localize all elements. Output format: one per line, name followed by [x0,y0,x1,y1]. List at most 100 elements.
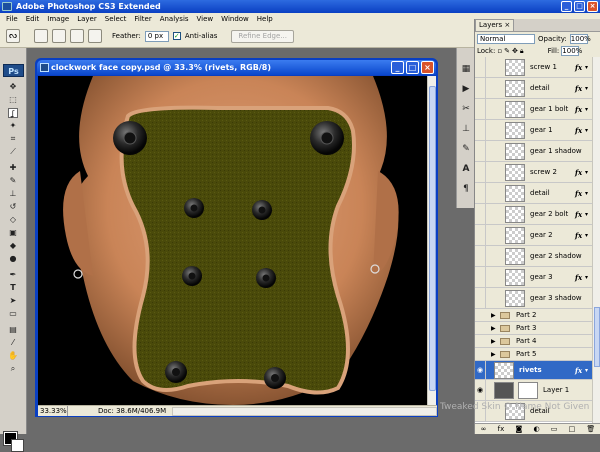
menu-select[interactable]: Select [101,13,131,25]
dodge-tool-icon[interactable]: ● [8,254,18,264]
document-vertical-scrollbar[interactable] [427,76,436,405]
new-selection-icon[interactable] [34,29,48,43]
layer-row[interactable]: gear 1 fx ▾ [475,119,593,141]
clone-stamp-tool-icon[interactable]: ⊥ [8,189,18,199]
fx-icon[interactable]: fx [575,273,585,282]
menu-help[interactable]: Help [253,13,277,25]
layer-group-row[interactable]: ▶ Part 4 [475,335,593,348]
tool-presets-panel-icon[interactable]: ✎ [461,144,471,154]
fx-icon[interactable]: fx [575,84,585,93]
type-tool-icon[interactable]: T [8,283,18,293]
layer-row[interactable]: gear 2 fx ▾ [475,224,593,246]
healing-brush-tool-icon[interactable]: ✚ [8,163,18,173]
layers-scroll-thumb[interactable] [594,307,600,367]
fx-icon[interactable]: fx [575,231,585,240]
blur-tool-icon[interactable]: ◆ [8,241,18,251]
new-group-icon[interactable]: ▭ [551,425,558,433]
slice-tool-icon[interactable]: ⟋ [8,147,18,157]
intersect-selection-icon[interactable] [88,29,102,43]
hand-tool-icon[interactable]: ✋ [8,351,18,361]
eyedropper-tool-icon[interactable]: ⁄ [8,338,18,348]
group-expand-icon[interactable]: ▶ [491,351,497,358]
layer-row[interactable]: ◉ Layer 1 [475,379,593,401]
menu-layer[interactable]: Layer [73,13,101,25]
feather-input[interactable]: 0 px [144,30,169,42]
fx-icon[interactable]: fx [575,105,585,114]
layer-row[interactable]: gear 3 shadow [475,287,593,309]
maximize-button[interactable]: □ [574,1,585,12]
visibility-toggle[interactable] [475,140,486,162]
document-horizontal-scrollbar[interactable] [172,406,437,416]
visibility-toggle[interactable] [475,245,486,267]
subtract-selection-icon[interactable] [70,29,84,43]
visibility-toggle[interactable] [475,119,486,141]
character-panel-icon[interactable]: A [461,164,471,174]
magic-wand-tool-icon[interactable]: ✦ [8,121,18,131]
visibility-toggle[interactable] [475,287,486,309]
layer-row[interactable]: screw 1 fx ▾ [475,57,593,78]
menu-filter[interactable]: Filter [130,13,155,25]
shape-tool-icon[interactable]: ▭ [8,309,18,319]
menu-view[interactable]: View [193,13,218,25]
refine-edge-button[interactable]: Refine Edge... [231,29,294,43]
history-brush-tool-icon[interactable]: ↺ [8,202,18,212]
clone-source-panel-icon[interactable]: ⊥ [461,124,471,134]
layer-group-row[interactable]: ▶ Part 2 [475,309,593,322]
group-expand-icon[interactable]: ▶ [491,312,497,319]
layer-row[interactable]: gear 1 shadow [475,140,593,162]
visibility-toggle[interactable] [475,266,486,288]
lasso-preset-icon[interactable]: ᔓ [6,29,20,43]
vertical-scroll-thumb[interactable] [429,86,436,391]
antialias-checkbox[interactable]: ✓ [172,32,181,40]
visibility-toggle[interactable] [475,203,486,225]
group-expand-icon[interactable]: ▶ [491,325,497,332]
close-button[interactable]: × [587,1,598,12]
pen-tool-icon[interactable]: ✒ [8,270,18,280]
visibility-toggle[interactable] [475,182,486,204]
actions-panel-icon[interactable]: ▶ [461,84,471,94]
layer-row[interactable]: gear 1 bolt fx ▾ [475,98,593,120]
fx-icon[interactable]: fx [575,189,585,198]
canvas[interactable] [38,76,429,405]
add-mask-icon[interactable]: ◙ [515,425,522,433]
layer-row[interactable]: gear 3 fx ▾ [475,266,593,288]
paragraph-panel-icon[interactable]: ¶ [461,184,471,194]
doc-minimize-button[interactable]: _ [391,61,404,74]
lock-position-icon[interactable]: ✥ [512,47,518,55]
path-selection-tool-icon[interactable]: ➤ [8,296,18,306]
visibility-toggle-eye-icon[interactable]: ◉ [475,379,486,401]
minimize-button[interactable]: _ [561,1,572,12]
blend-mode-select[interactable]: Normal [477,33,535,44]
visibility-toggle[interactable] [475,161,486,183]
lock-all-icon[interactable]: 🔒︎ [520,47,524,56]
visibility-toggle[interactable] [475,57,486,78]
layer-row[interactable]: screw 2 fx ▾ [475,161,593,183]
gradient-tool-icon[interactable]: ▣ [8,228,18,238]
layer-row[interactable]: detail fx ▾ [475,77,593,99]
fx-icon[interactable]: fx [575,366,585,375]
adjustment-layer-icon[interactable]: ◐ [533,425,539,433]
add-style-icon[interactable]: fx [498,425,505,433]
group-expand-icon[interactable]: ▶ [491,338,497,345]
layer-group-row[interactable]: ▶ Part 5 [475,348,593,361]
menu-edit[interactable]: Edit [22,13,44,25]
menu-image[interactable]: Image [43,13,73,25]
link-layers-icon[interactable]: ∞ [481,425,487,433]
background-color-swatch[interactable] [11,439,24,452]
zoom-level[interactable]: 33.33% [38,406,68,416]
tab-layers[interactable]: Layers × [475,19,515,31]
delete-layer-icon[interactable]: 🗑︎ [586,425,595,433]
doc-close-button[interactable]: × [421,61,434,74]
opacity-input[interactable]: 100% [569,33,591,44]
zoom-tool-icon[interactable]: ⌕ [8,364,18,374]
brush-tool-icon[interactable]: ✎ [8,176,18,186]
menu-file[interactable]: File [2,13,22,25]
crop-tool-icon[interactable]: ⌗ [8,134,18,144]
fx-icon[interactable]: fx [575,168,585,177]
move-tool-icon[interactable]: ✥ [8,82,18,92]
navigator-panel-icon[interactable]: ▦ [461,64,471,74]
lasso-tool-icon[interactable]: ʆ [8,108,18,118]
eraser-tool-icon[interactable]: ◇ [8,215,18,225]
visibility-toggle-eye-icon[interactable]: ◉ [475,360,486,380]
visibility-toggle[interactable] [475,77,486,99]
